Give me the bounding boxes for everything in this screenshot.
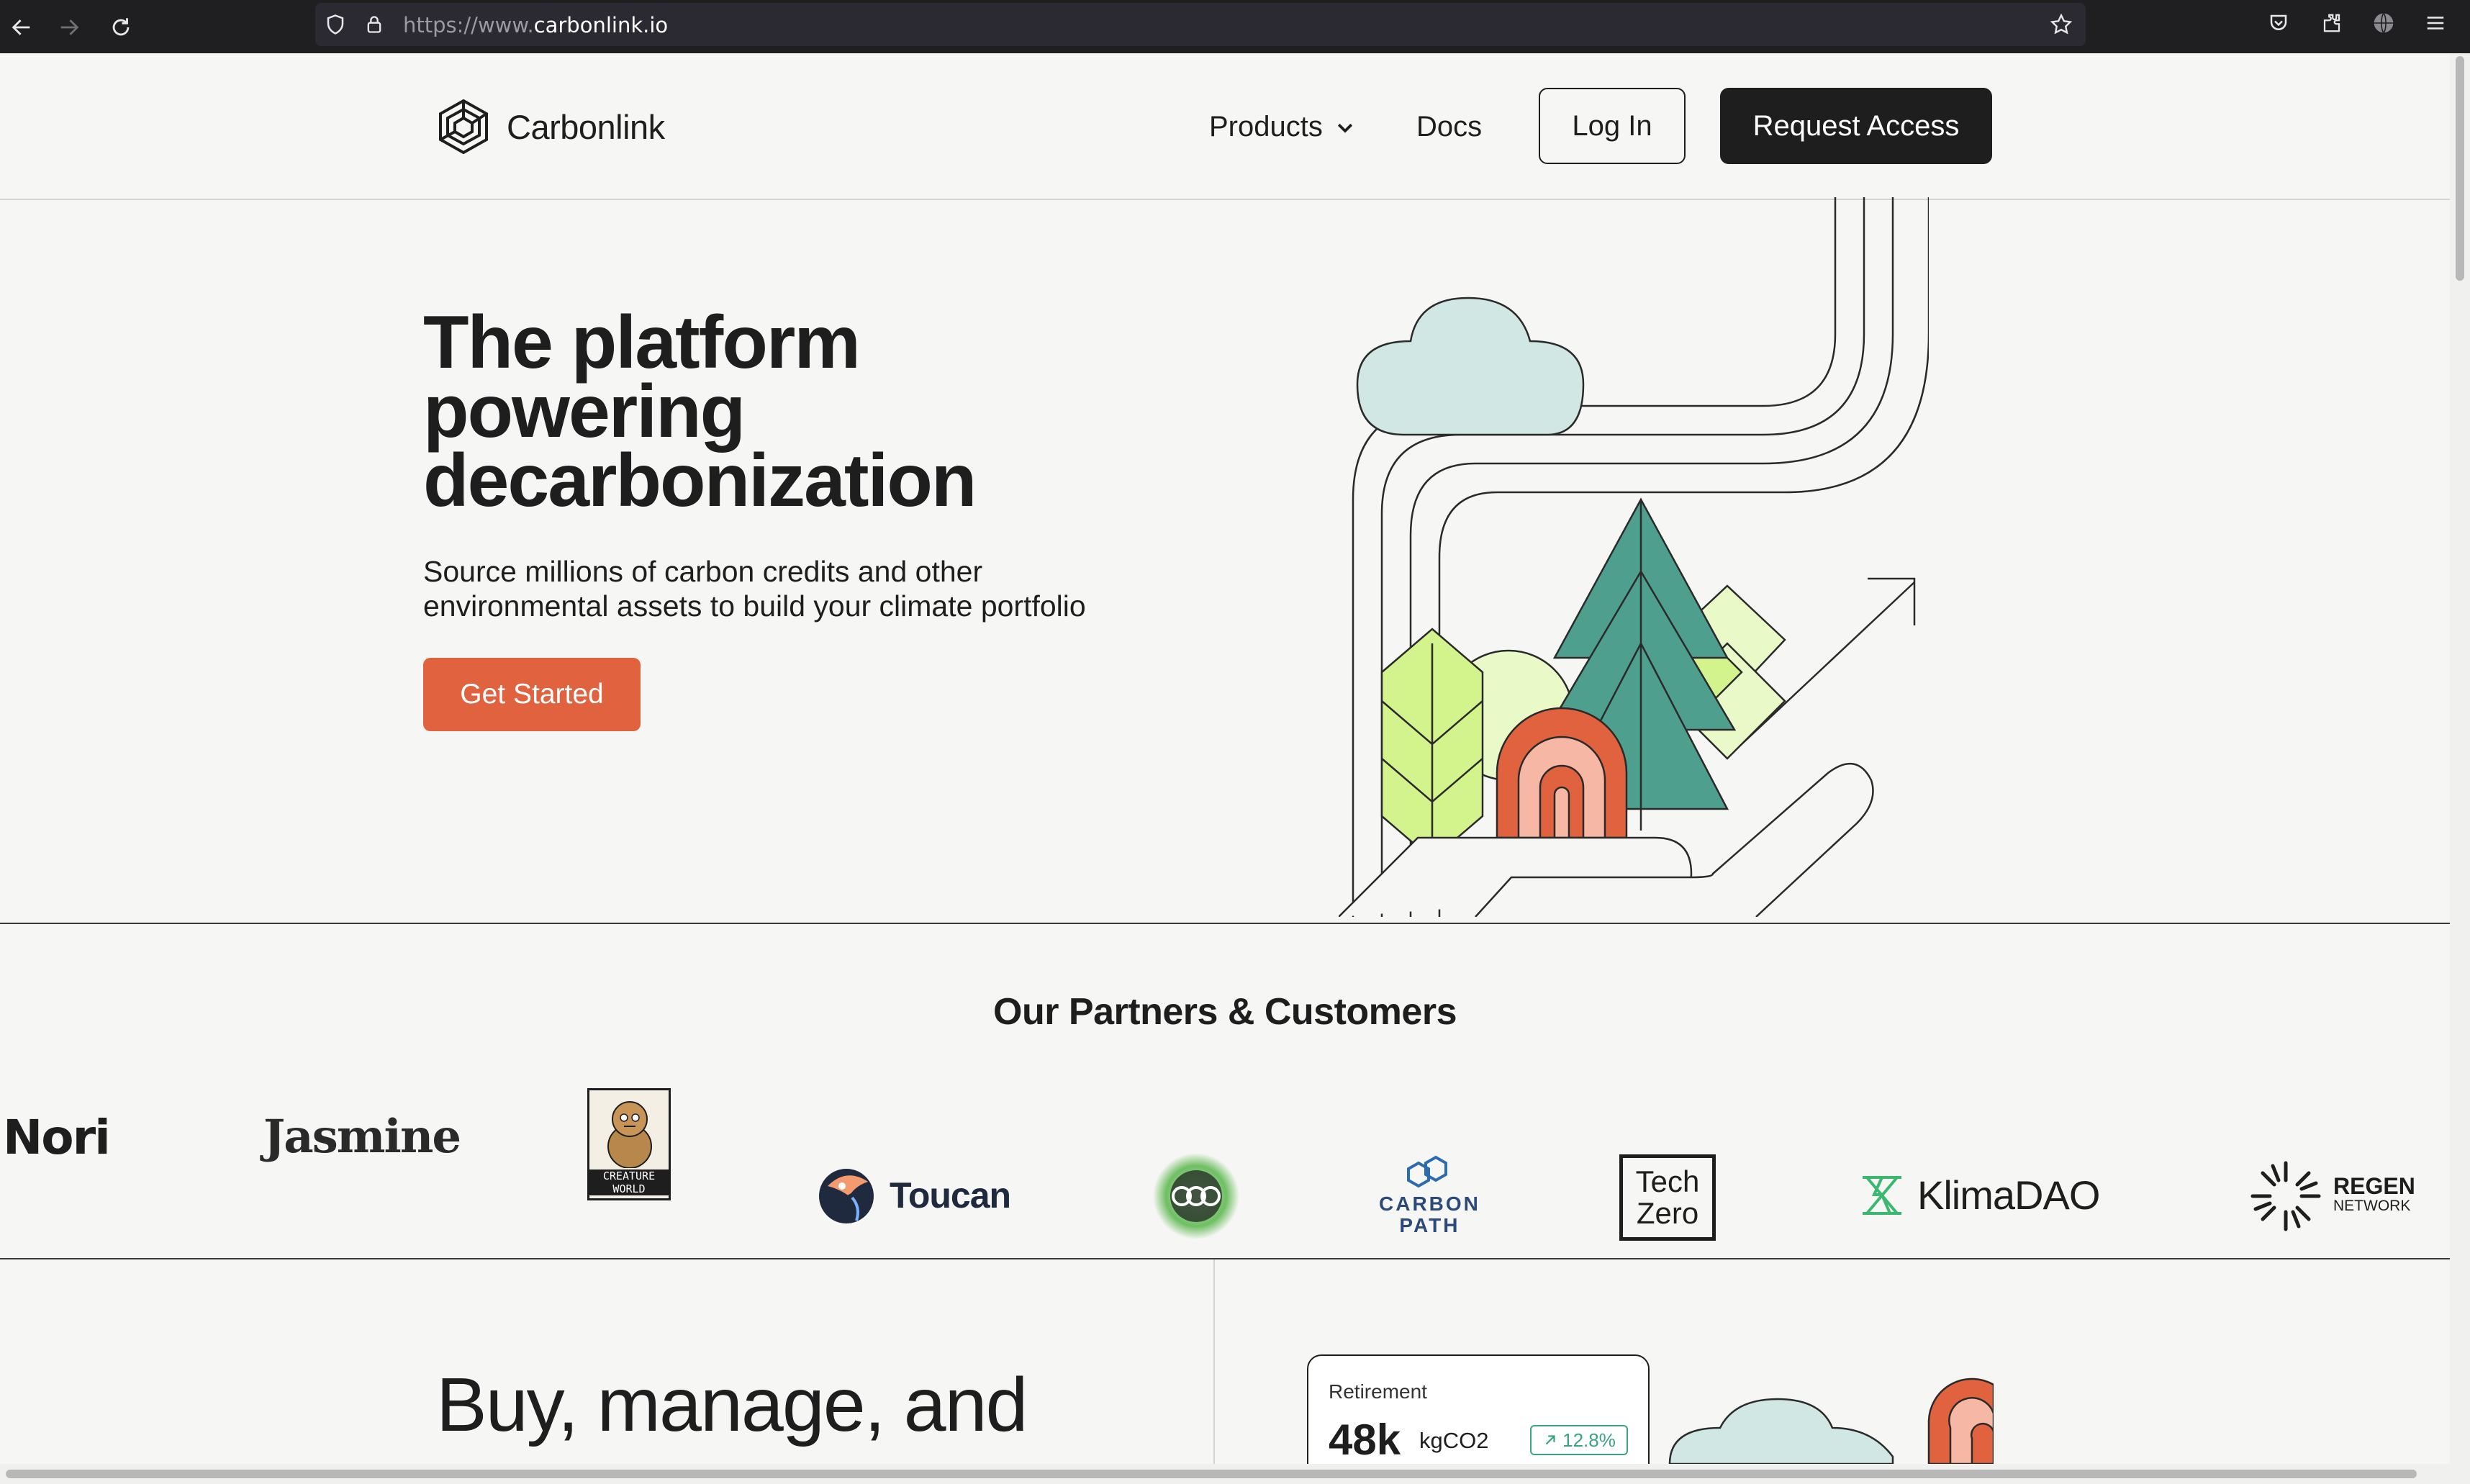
jasmine-logo: Jasmine: [263, 1110, 461, 1164]
retirement-change-text: 12.8%: [1562, 1429, 1616, 1451]
klimadao-logo: KlimaDAO: [1860, 1172, 2100, 1218]
request-access-button[interactable]: Request Access: [1720, 88, 1992, 164]
regen-burst-icon: [2250, 1161, 2321, 1231]
star-icon[interactable]: [2048, 12, 2074, 37]
back-icon[interactable]: [0, 6, 43, 49]
jasmine-logo-text: Jasmine: [263, 1110, 461, 1164]
toucan-bird-icon: [819, 1169, 874, 1223]
horizontal-scroll-thumb[interactable]: [6, 1470, 2417, 1478]
partners-title: Our Partners & Customers: [993, 991, 1457, 1033]
address-bar[interactable]: https://www.carbonlink.io: [315, 3, 2086, 46]
browser-toolbar: https://www.carbonlink.io: [0, 0, 2470, 53]
pocket-icon[interactable]: [2264, 9, 2293, 37]
hero-title-line: powering: [423, 370, 746, 453]
shield-icon[interactable]: [322, 12, 348, 37]
green-orb-logo-icon: [1153, 1153, 1239, 1239]
chevron-down-icon: [1337, 123, 1352, 133]
nav-docs-link[interactable]: Docs: [1416, 111, 1482, 143]
klimadao-logo-text: KlimaDAO: [1917, 1172, 2100, 1218]
carbon-path-text: CARBON: [1379, 1193, 1480, 1215]
forward-icon[interactable]: [48, 6, 91, 49]
lock-icon[interactable]: [361, 12, 387, 37]
retirement-card: Retirement 48k kgCO2 12.8%: [1307, 1354, 1650, 1464]
hero-title-line: decarbonization: [423, 439, 977, 522]
profile-icon[interactable]: [2369, 9, 2398, 37]
toucan-logo-text: Toucan: [890, 1175, 1011, 1216]
creature-world-text: WORLD: [612, 1182, 646, 1195]
section-divider: [0, 923, 2450, 924]
retirement-label: Retirement: [1329, 1380, 1427, 1403]
reload-icon[interactable]: [99, 6, 142, 49]
cloud-shape: [1356, 297, 1585, 436]
vertical-scrollbar[interactable]: [2450, 53, 2470, 1484]
section-divider: [0, 1258, 2450, 1259]
hero-subtitle: Source millions of carbon credits and ot…: [423, 554, 1186, 623]
nav-products-label: Products: [1209, 111, 1323, 142]
url-host: carbonlink.io: [533, 13, 669, 37]
hero-subtitle-line: Source millions of carbon credits and ot…: [423, 555, 983, 588]
retirement-value: 48k: [1329, 1416, 1401, 1464]
carbon-path-hex-icon: [1407, 1155, 1448, 1188]
tech-zero-text: Zero: [1636, 1196, 1699, 1230]
nori-logo: Nori: [3, 1110, 111, 1165]
retirement-change-badge: 12.8%: [1530, 1425, 1628, 1455]
login-button[interactable]: Log In: [1539, 88, 1686, 164]
column-divider: [1213, 1259, 1215, 1464]
creature-character-icon: [607, 1101, 652, 1168]
hero-subtitle-line: environmental assets to build your clima…: [423, 589, 1086, 623]
regen-network-logo: REGEN NETWORK: [2248, 1159, 2415, 1234]
horizontal-scrollbar[interactable]: [0, 1464, 2450, 1484]
nori-logo-text: Nori: [3, 1110, 111, 1165]
section-title: Buy, manage, and: [436, 1362, 1028, 1447]
nav-products-dropdown[interactable]: Products: [1209, 111, 1356, 143]
site-header: Carbonlink Products Docs Log In Request …: [0, 53, 2450, 200]
extensions-icon[interactable]: [2317, 9, 2346, 37]
creature-world-text: CREATURE: [602, 1169, 656, 1182]
page-viewport: Carbonlink Products Docs Log In Request …: [0, 53, 2450, 1464]
carbon-path-text: PATH: [1399, 1214, 1460, 1236]
klimadao-icon: [1863, 1175, 1901, 1215]
carbon-path-logo: CARBON PATH: [1379, 1154, 1480, 1236]
regen-subtext: NETWORK: [2333, 1198, 2411, 1214]
hero-illustration: [1339, 197, 1929, 917]
creature-world-logo: CREATURE WORLD: [587, 1088, 671, 1200]
brand-name: Carbonlink: [507, 107, 665, 146]
get-started-button[interactable]: Get Started: [423, 658, 641, 731]
hero-title-line: The platform: [423, 301, 861, 384]
brand-logo[interactable]: Carbonlink: [435, 98, 665, 155]
retirement-unit: kgCO2: [1419, 1428, 1489, 1453]
arrow-up-right-icon: [1545, 1435, 1555, 1445]
carbonlink-logo-icon: [439, 99, 488, 155]
url-prefix: https://www.: [403, 13, 534, 37]
tech-zero-logo: Tech Zero: [1619, 1154, 1716, 1241]
hero-title: The platform powering decarbonization: [423, 301, 1071, 522]
regen-text: REGEN: [2333, 1173, 2415, 1199]
menu-icon[interactable]: [2421, 9, 2450, 37]
url-text[interactable]: https://www.carbonlink.io: [403, 13, 668, 37]
vertical-scroll-thumb[interactable]: [2456, 56, 2464, 281]
toucan-logo: Toucan: [818, 1164, 1011, 1226]
section-illustration: [1668, 1377, 1994, 1464]
tech-zero-text: Tech: [1635, 1164, 1700, 1198]
partner-circle-logo: [1152, 1152, 1241, 1241]
